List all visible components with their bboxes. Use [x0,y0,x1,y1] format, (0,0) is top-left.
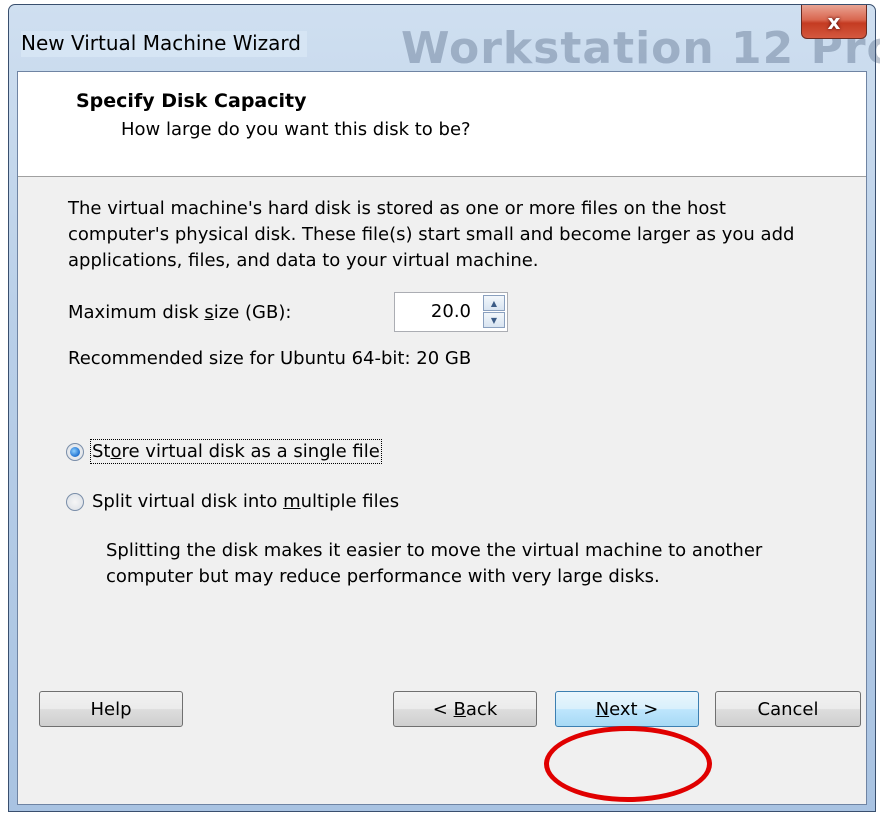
spinner-up-icon[interactable]: ▲ [483,295,505,311]
next-button[interactable]: Next > [555,691,699,727]
max-disk-size-spinner[interactable]: 20.0 ▲ ▼ [394,292,508,332]
single-file-option[interactable]: Store virtual disk as a single file [66,439,382,464]
split-files-radio[interactable] [66,492,84,511]
title-bar[interactable]: Workstation 12 Pro New Virtual Machine W… [9,5,880,75]
help-button[interactable]: Help [39,691,183,727]
max-disk-size-label: Maximum disk size (GB): [68,302,292,323]
max-disk-size-value[interactable]: 20.0 [431,301,471,322]
single-file-label[interactable]: Store virtual disk as a single file [90,439,382,464]
close-button[interactable]: x [801,5,867,39]
spinner-down-icon[interactable]: ▼ [483,312,505,328]
back-button[interactable]: < Back [393,691,537,727]
single-file-radio[interactable] [66,442,84,461]
window-title: New Virtual Machine Wizard [21,31,307,57]
page-title: Specify Disk Capacity [76,90,307,112]
recommended-size-text: Recommended size for Ubuntu 64-bit: 20 G… [68,348,472,369]
split-explanation: Splitting the disk makes it easier to mo… [106,540,763,587]
page-subtitle: How large do you want this disk to be? [121,119,471,140]
cancel-button[interactable]: Cancel [715,691,861,727]
wizard-header: Specify Disk Capacity How large do you w… [18,72,866,177]
wizard-window: Workstation 12 Pro New Virtual Machine W… [8,4,880,812]
disk-description: The virtual machine's hard disk is store… [68,198,795,271]
split-files-label[interactable]: Split virtual disk into multiple files [92,491,399,512]
close-icon: x [827,9,841,34]
split-files-option[interactable]: Split virtual disk into multiple files [66,491,399,512]
